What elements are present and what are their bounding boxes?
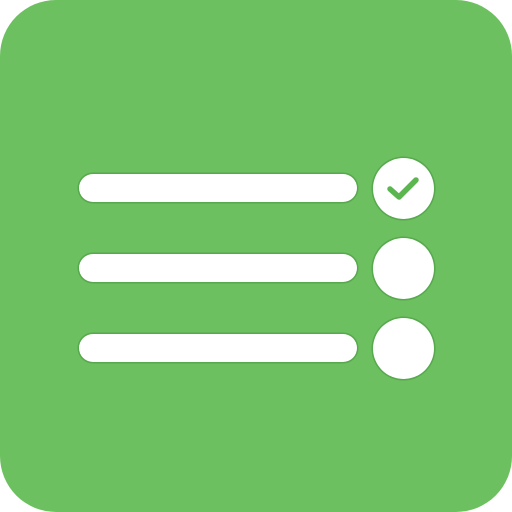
checkmark-icon bbox=[387, 177, 419, 200]
checkbox-checked bbox=[373, 158, 434, 219]
checklist-item-3 bbox=[0, 316, 512, 380]
item-text-bar bbox=[79, 334, 357, 362]
item-text-bar bbox=[79, 174, 357, 202]
checklist-item-2 bbox=[0, 236, 512, 300]
checkbox-unchecked bbox=[373, 318, 434, 379]
checklist-app-icon bbox=[0, 0, 512, 512]
item-text-bar bbox=[79, 254, 357, 282]
checkbox-unchecked bbox=[373, 238, 434, 299]
checklist-item-1 bbox=[0, 156, 512, 220]
